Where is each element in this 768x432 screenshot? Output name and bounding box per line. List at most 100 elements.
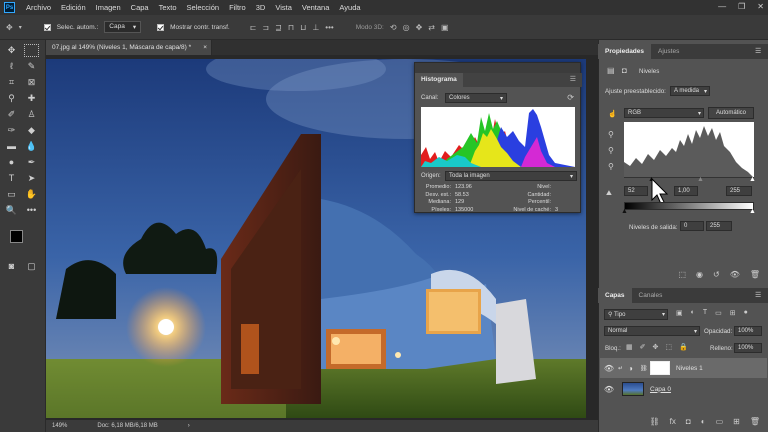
orbit-3d-icon[interactable]: ⟲ — [390, 23, 397, 32]
new-group-icon[interactable]: ▭ — [716, 417, 724, 431]
filter-smart-icon[interactable]: ⊞ — [730, 309, 736, 317]
reset-icon[interactable]: ↺ — [713, 270, 720, 284]
history-brush-icon[interactable]: ✑ — [4, 124, 19, 137]
lock-pixels-icon[interactable]: ▦ — [626, 343, 633, 351]
app-logo[interactable]: Ps — [4, 2, 15, 13]
panel-drag-bar[interactable] — [415, 63, 580, 73]
zoom-level[interactable]: 149% — [52, 423, 67, 429]
lock-all-icon[interactable]: 🔒 — [679, 343, 688, 351]
input-white-field[interactable]: 255 — [726, 186, 752, 196]
panel-menu-icon[interactable]: ☰ — [755, 47, 761, 55]
document-tab[interactable]: 07.jpg al 149% (Niveles 1, Máscara de ca… — [46, 40, 212, 55]
doc-info[interactable]: Doc: 6,18 MB/6,18 MB — [97, 423, 157, 429]
align-top-icon[interactable]: ⊓ — [288, 23, 294, 32]
input-black-field[interactable]: 52 — [624, 186, 648, 196]
lock-paint-icon[interactable]: ✐ — [640, 343, 646, 351]
filter-pixel-icon[interactable]: ▣ — [676, 309, 683, 317]
menu-imagen[interactable]: Imagen — [91, 3, 126, 12]
close-window-button[interactable]: ✕ — [757, 2, 764, 11]
white-eyedropper-icon[interactable]: ⚲ — [608, 162, 614, 171]
layer-name[interactable]: Capa 0 — [650, 386, 671, 393]
lasso-tool-icon[interactable]: ℓ — [4, 60, 19, 73]
visibility-icon[interactable]: 👁 — [730, 270, 740, 284]
move-tool-icon[interactable]: ✥ — [4, 44, 19, 57]
preset-select[interactable]: A medida ▾ — [670, 86, 710, 96]
gray-eyedropper-icon[interactable]: ⚲ — [608, 146, 614, 155]
layer-name[interactable]: Niveles 1 — [676, 365, 703, 372]
refresh-icon[interactable]: ⟳ — [567, 93, 574, 102]
visibility-eye-icon[interactable]: 👁 — [600, 385, 618, 394]
blur-tool-icon[interactable]: 💧 — [24, 140, 39, 153]
panel-menu-icon[interactable]: ☰ — [570, 75, 576, 83]
filter-toggle-icon[interactable]: ● — [744, 309, 748, 317]
menu-archivo[interactable]: Archivo — [21, 3, 56, 12]
menu-texto[interactable]: Texto — [154, 3, 182, 12]
add-mask-icon[interactable]: ◘ — [686, 417, 691, 431]
crop-tool-icon[interactable]: ⌗ — [4, 76, 19, 89]
input-gamma-field[interactable]: 1,00 — [674, 186, 698, 196]
pan-3d-icon[interactable]: ✥ — [416, 23, 423, 32]
scale-3d-icon[interactable]: ▣ — [441, 23, 449, 32]
chevron-down-icon[interactable]: ▾ — [19, 24, 22, 31]
fx-icon[interactable]: fx — [670, 417, 676, 431]
origin-select[interactable]: Toda la imagen ▾ — [445, 171, 577, 181]
dodge-tool-icon[interactable]: ● — [4, 156, 19, 169]
align-left-icon[interactable]: ⊏ — [250, 23, 257, 32]
minimize-button[interactable]: — — [718, 2, 726, 11]
layer-mask-thumbnail[interactable] — [650, 361, 670, 375]
link-layers-icon[interactable]: ⛓ — [650, 417, 660, 431]
maximize-button[interactable]: ❐ — [738, 2, 745, 11]
screen-mode-icon[interactable]: ▢ — [24, 260, 39, 273]
view-previous-icon[interactable]: ◉ — [696, 270, 703, 284]
align-bottom-icon[interactable]: ⊥ — [312, 23, 319, 32]
fill-field[interactable]: 100% — [734, 343, 762, 353]
layer-filter-select[interactable]: ⚲ Tipo ▾ — [604, 309, 668, 320]
align-middle-icon[interactable]: ⊔ — [300, 23, 306, 32]
gradient-tool-icon[interactable]: ▬ — [4, 140, 19, 153]
output-black-field[interactable]: 0 — [680, 221, 704, 231]
layer-row[interactable]: 👁 ↵ ◑ ⛓ Niveles 1 — [600, 358, 767, 378]
histogram-tab[interactable]: Histograma — [415, 73, 463, 87]
trash-icon[interactable]: 🗑 — [750, 417, 760, 431]
hand-tool-icon[interactable]: ✋ — [24, 188, 39, 201]
more-options-icon[interactable]: ••• — [325, 23, 333, 32]
blend-mode-select[interactable]: Normal ▾ — [604, 326, 700, 336]
visibility-eye-icon[interactable]: 👁 — [600, 364, 618, 373]
rectangle-tool-icon[interactable]: ▭ — [4, 188, 19, 201]
new-layer-icon[interactable]: ⊞ — [733, 417, 740, 431]
pen-tool-icon[interactable]: ✒ — [24, 156, 39, 169]
transform-checkbox[interactable] — [157, 23, 165, 31]
black-output-slider[interactable]: ▲ — [621, 208, 628, 215]
menu-filtro[interactable]: Filtro — [224, 3, 251, 12]
clipping-warning-icon[interactable]: ⛰ — [606, 190, 612, 198]
type-tool-icon[interactable]: T — [4, 172, 19, 185]
quick-mask-icon[interactable]: ◙ — [4, 260, 19, 273]
channel-select[interactable]: Colores ▾ — [445, 93, 507, 103]
auto-button[interactable]: Automático — [708, 107, 754, 119]
lock-artboard-icon[interactable]: ⬚ — [665, 343, 672, 351]
quick-select-icon[interactable]: ✎ — [24, 60, 39, 73]
move-tool-icon[interactable]: ✥ — [6, 23, 13, 32]
healing-brush-icon[interactable]: ✚ — [24, 92, 39, 105]
foreground-color-swatch[interactable] — [10, 230, 23, 243]
marquee-tool-icon[interactable] — [24, 44, 39, 57]
tab-layers[interactable]: Capas — [598, 288, 632, 303]
eyedropper-icon[interactable]: ⚲ — [4, 92, 19, 105]
new-adjustment-icon[interactable]: ◐ — [701, 417, 706, 431]
tab-channels[interactable]: Canales — [632, 288, 670, 303]
mask-icon[interactable]: ◘ — [622, 66, 627, 75]
tab-properties[interactable]: Propiedades — [598, 44, 652, 59]
black-eyedropper-icon[interactable]: ⚲ — [608, 130, 614, 139]
align-right-icon[interactable]: ⊒ — [275, 23, 282, 32]
menu-3d[interactable]: 3D — [251, 3, 271, 12]
zoom-tool-icon[interactable]: 🔍 — [4, 204, 19, 217]
menu-ayuda[interactable]: Ayuda — [334, 3, 365, 12]
more-tools-icon[interactable]: ••• — [24, 204, 39, 217]
clip-to-layer-icon[interactable]: ⬚ — [678, 270, 686, 284]
white-output-slider[interactable]: ▲ — [749, 208, 756, 215]
align-center-icon[interactable]: ⊐ — [262, 23, 269, 32]
layer-thumbnail[interactable] — [622, 382, 644, 396]
panel-menu-icon[interactable]: ☰ — [755, 291, 761, 299]
autoselect-select[interactable]: Capa ▾ — [104, 21, 142, 33]
lock-position-icon[interactable]: ✥ — [653, 343, 659, 351]
